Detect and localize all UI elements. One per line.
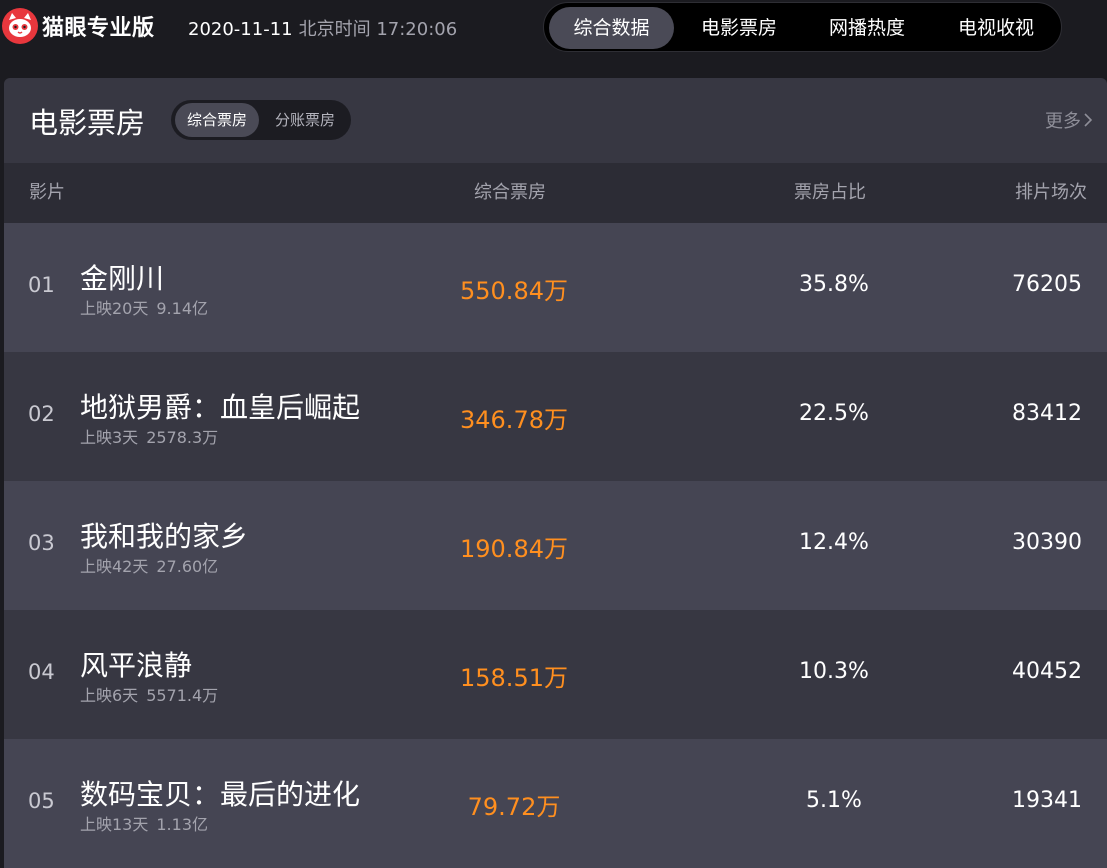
box-office-panel: 电影票房 综合票房 分账票房 更多 影片 综合票房 票房占比 排片场次 01 金… bbox=[4, 78, 1107, 868]
nav-tab-overview[interactable]: 综合数据 bbox=[549, 7, 674, 49]
column-header-film: 影片 bbox=[29, 182, 65, 203]
column-header-share: 票房占比 bbox=[794, 182, 866, 203]
nav-tab-web-play-heat[interactable]: 网播热度 bbox=[812, 7, 922, 49]
total-box-office: 9.14亿 bbox=[156, 299, 209, 318]
box-office-share: 10.3% bbox=[799, 659, 869, 684]
show-count: 76205 bbox=[1012, 272, 1082, 297]
box-office-table: 01 金刚川 上映20天 9.14亿 550.84万 35.8% 76205 02… bbox=[4, 223, 1107, 868]
toggle-split-box-office[interactable]: 分账票房 bbox=[263, 103, 347, 137]
table-header: 影片 综合票房 票房占比 排片场次 bbox=[4, 163, 1107, 223]
rank-number: 05 bbox=[28, 789, 55, 813]
top-header: 猫眼专业版 2020-11-11 北京时间 17:20:06 综合数据 电影票房 … bbox=[0, 0, 1107, 60]
release-days: 上映20天 bbox=[80, 299, 149, 318]
main-nav: 综合数据 电影票房 网播热度 电视收视 bbox=[543, 2, 1062, 52]
total-box-office: 27.60亿 bbox=[156, 557, 219, 576]
film-release-info: 上映20天 9.14亿 bbox=[80, 295, 208, 319]
beijing-time-text: 北京时间 17:20:06 bbox=[298, 19, 458, 40]
film-title: 我和我的家乡 bbox=[80, 520, 249, 553]
rank-number: 04 bbox=[28, 660, 55, 684]
logo[interactable]: 猫眼专业版 bbox=[2, 8, 155, 44]
table-row[interactable]: 03 我和我的家乡 上映42天 27.60亿 190.84万 12.4% 3039… bbox=[4, 481, 1107, 610]
show-count: 19341 bbox=[1012, 788, 1082, 813]
release-days: 上映6天 bbox=[80, 686, 139, 705]
box-office-share: 12.4% bbox=[799, 530, 869, 555]
table-row[interactable]: 04 风平浪静 上映6天 5571.4万 158.51万 10.3% 40452 bbox=[4, 610, 1107, 739]
logo-text: 猫眼专业版 bbox=[42, 16, 155, 41]
film-title: 数码宝贝：最后的进化 bbox=[80, 778, 361, 811]
film-release-info: 上映3天 2578.3万 bbox=[80, 424, 218, 448]
date-time: 2020-11-11 北京时间 17:20:06 bbox=[188, 15, 457, 41]
film-title: 金刚川 bbox=[80, 262, 165, 295]
box-office-share: 35.8% bbox=[799, 272, 869, 297]
film-release-info: 上映13天 1.13亿 bbox=[80, 811, 208, 835]
box-office-value: 79.72万 bbox=[467, 793, 561, 821]
show-count: 83412 bbox=[1012, 401, 1082, 426]
column-header-shows: 排片场次 bbox=[1015, 182, 1087, 203]
rank-number: 01 bbox=[28, 273, 55, 297]
release-days: 上映13天 bbox=[80, 815, 149, 834]
total-box-office: 5571.4万 bbox=[146, 686, 219, 705]
more-link[interactable]: 更多 bbox=[1045, 107, 1093, 133]
date-text: 2020-11-11 bbox=[188, 19, 293, 40]
box-office-value: 346.78万 bbox=[460, 406, 568, 434]
toggle-combined-box-office[interactable]: 综合票房 bbox=[175, 103, 259, 137]
table-row[interactable]: 01 金刚川 上映20天 9.14亿 550.84万 35.8% 76205 bbox=[4, 223, 1107, 352]
total-box-office: 1.13亿 bbox=[156, 815, 209, 834]
table-row[interactable]: 05 数码宝贝：最后的进化 上映13天 1.13亿 79.72万 5.1% 193… bbox=[4, 739, 1107, 868]
show-count: 40452 bbox=[1012, 659, 1082, 684]
chevron-right-icon bbox=[1083, 111, 1093, 132]
more-label: 更多 bbox=[1045, 111, 1081, 132]
film-title: 地狱男爵：血皇后崛起 bbox=[80, 391, 361, 424]
box-office-share: 5.1% bbox=[806, 788, 862, 813]
film-release-info: 上映6天 5571.4万 bbox=[80, 682, 218, 706]
panel-header: 电影票房 综合票房 分账票房 更多 bbox=[4, 78, 1107, 163]
panel-title: 电影票房 bbox=[29, 106, 146, 140]
film-release-info: 上映42天 27.60亿 bbox=[80, 553, 218, 577]
nav-tab-movie-box-office[interactable]: 电影票房 bbox=[684, 7, 794, 49]
rank-number: 03 bbox=[28, 531, 55, 555]
column-header-box-office: 综合票房 bbox=[474, 182, 546, 203]
show-count: 30390 bbox=[1012, 530, 1082, 555]
table-row[interactable]: 02 地狱男爵：血皇后崛起 上映3天 2578.3万 346.78万 22.5% … bbox=[4, 352, 1107, 481]
rank-number: 02 bbox=[28, 402, 55, 426]
box-office-share: 22.5% bbox=[799, 401, 869, 426]
box-office-value: 550.84万 bbox=[460, 277, 568, 305]
release-days: 上映42天 bbox=[80, 557, 149, 576]
film-title: 风平浪静 bbox=[80, 649, 193, 682]
box-office-type-toggle: 综合票房 分账票房 bbox=[171, 100, 351, 140]
cat-eye-logo-icon bbox=[2, 8, 38, 44]
box-office-value: 190.84万 bbox=[460, 535, 568, 563]
nav-tab-tv-ratings[interactable]: 电视收视 bbox=[941, 7, 1051, 49]
total-box-office: 2578.3万 bbox=[146, 428, 219, 447]
release-days: 上映3天 bbox=[80, 428, 139, 447]
box-office-value: 158.51万 bbox=[460, 664, 568, 692]
